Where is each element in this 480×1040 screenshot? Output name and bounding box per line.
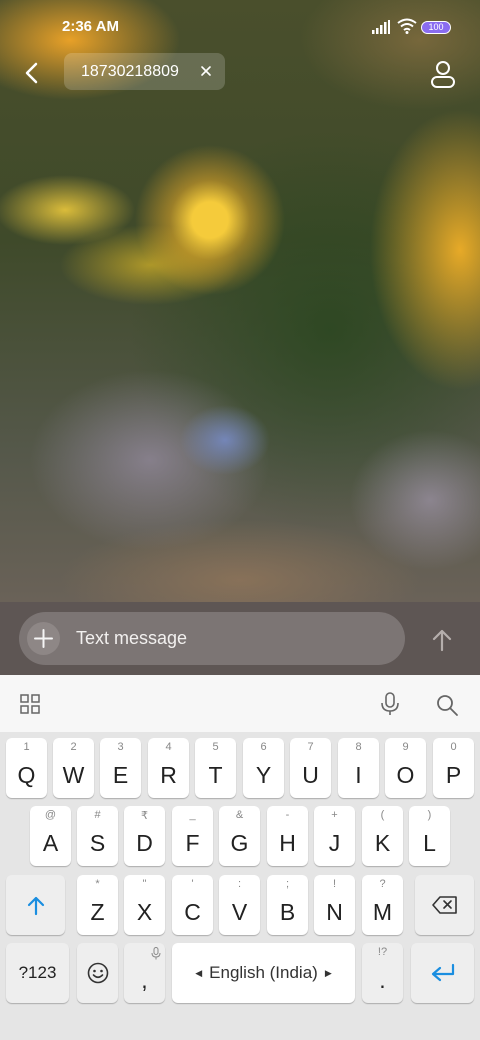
key-e[interactable]: 3E (100, 738, 141, 798)
remove-recipient-icon[interactable] (198, 63, 214, 79)
attach-button[interactable] (27, 622, 60, 655)
conversation-header: 18730218809 (0, 52, 480, 92)
key-q[interactable]: 1Q (6, 738, 47, 798)
enter-arrow-icon (431, 963, 454, 982)
message-placeholder: Text message (76, 628, 188, 648)
symbols-key[interactable]: ?123 (6, 943, 69, 1003)
keyboard: 1Q 2W 3E 4R 5T 6Y 7U 8I 9O 0P @ A # S ₹ D _… (0, 732, 480, 1040)
key-r[interactable]: 4R (148, 738, 189, 798)
key-z[interactable]: * Z (77, 875, 118, 935)
signal-icon (372, 20, 390, 34)
key-o[interactable]: 9O (385, 738, 426, 798)
microphone-icon[interactable] (379, 691, 401, 717)
key-v[interactable]: :V (219, 875, 260, 935)
key-n[interactable]: ! N (314, 875, 355, 935)
symbols-label: ?123 (18, 963, 57, 982)
send-arrow-icon[interactable] (430, 628, 454, 652)
key-y[interactable]: 6Y (243, 738, 284, 798)
period-key[interactable]: !? . (362, 943, 403, 1003)
comma-key[interactable]: , (124, 943, 165, 1003)
period-hint: !? (377, 946, 388, 958)
period-label: . (379, 967, 386, 993)
keyboard-toolbar (0, 675, 480, 732)
shift-arrow-icon (27, 896, 44, 916)
key-j[interactable]: + J (314, 806, 355, 866)
key-k[interactable]: (K (362, 806, 403, 866)
space-label: English (India) (209, 963, 318, 982)
right-triangle-icon: ▶ (324, 967, 332, 978)
key-s[interactable]: # S (77, 806, 118, 866)
emoji-smiley-icon (87, 962, 108, 984)
recipient-chip[interactable]: 18730218809 (64, 53, 225, 90)
recipient-number: 18730218809 (81, 63, 179, 80)
key-d[interactable]: ₹ D (124, 806, 165, 866)
key-t[interactable]: 5T (195, 738, 236, 798)
key-f[interactable]: _ F (172, 806, 213, 866)
key-x[interactable]: " X (124, 875, 165, 935)
search-icon[interactable] (435, 693, 459, 717)
key-p[interactable]: 0P (433, 738, 474, 798)
key-h[interactable]: -H (267, 806, 308, 866)
compose-bar: Text message (0, 602, 480, 675)
left-triangle-icon: ◀ (195, 967, 203, 978)
back-arrow-icon[interactable] (20, 60, 46, 86)
key-w[interactable]: 2W (53, 738, 94, 798)
backspace-icon (431, 896, 457, 914)
backspace-key[interactable] (415, 875, 474, 935)
key-l[interactable]: ) L (409, 806, 450, 866)
emoji-key[interactable] (77, 943, 118, 1003)
shift-key[interactable] (6, 875, 65, 935)
key-b[interactable]: ; B (267, 875, 308, 935)
key-g[interactable]: & G (219, 806, 260, 866)
space-key[interactable]: ◀ English (India) ▶ (172, 943, 355, 1003)
key-c[interactable]: ' C (172, 875, 213, 935)
key-i[interactable]: 8I (338, 738, 379, 798)
enter-key[interactable] (411, 943, 474, 1003)
wifi-icon (397, 18, 417, 34)
mic-hint-icon (151, 947, 161, 960)
message-input[interactable]: Text message (19, 612, 405, 665)
status-bar: 2:36 AM 100 (0, 0, 480, 52)
key-u[interactable]: 7U (290, 738, 331, 798)
key-m[interactable]: ? M (362, 875, 403, 935)
apps-grid-icon[interactable] (20, 694, 40, 714)
plus-icon (34, 629, 53, 648)
key-a[interactable]: @ A (30, 806, 71, 866)
battery-icon: 100 (421, 21, 451, 34)
contact-person-icon[interactable] (428, 59, 458, 89)
status-time: 2:36 AM (62, 18, 119, 35)
comma-label: , (141, 967, 148, 993)
